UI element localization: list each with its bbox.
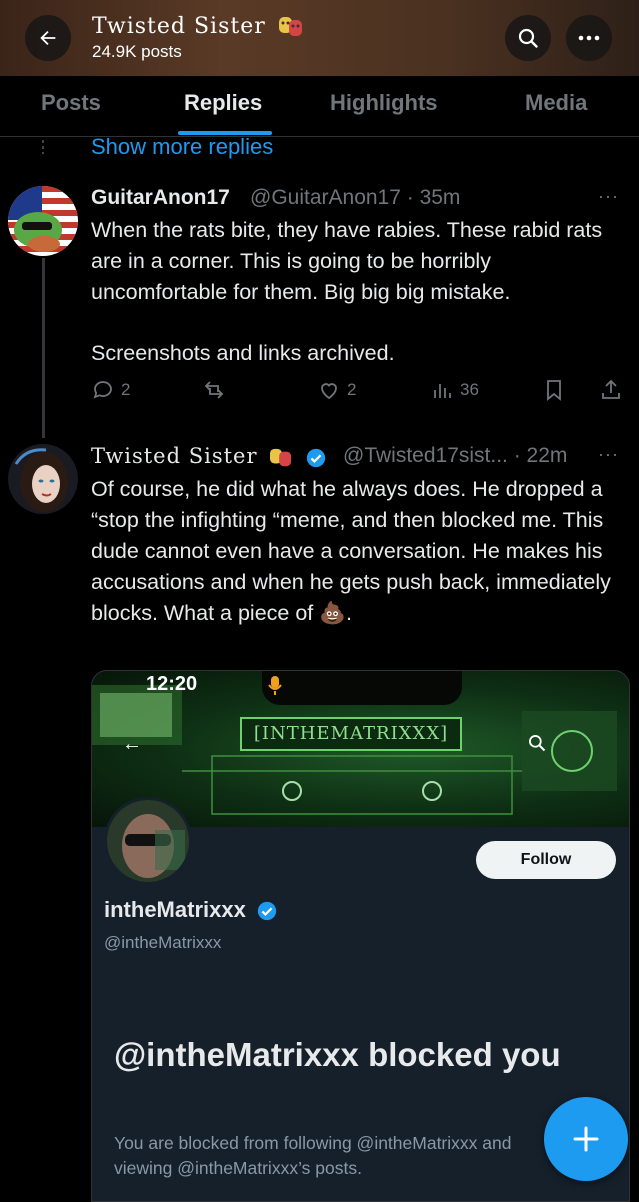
thread-connector-line [42,258,45,438]
verified-icon [306,448,326,467]
tab-replies[interactable]: Replies [184,90,262,116]
search-button[interactable] [505,15,551,61]
blocked-text: You are blocked from following @intheMat… [114,1133,512,1178]
show-more-replies-link[interactable]: Show more replies [91,134,273,160]
avatar-twisted-sister[interactable] [8,444,78,514]
views-icon [434,384,451,398]
reply-icon [93,381,112,399]
post-more-icon-2[interactable]: ··· [598,444,619,465]
tab-highlights[interactable]: Highlights [330,90,438,116]
like-button[interactable]: 2 [317,378,356,402]
post-handle-time-2: @Twisted17sist... · 22m [343,444,568,467]
post-text-3: Of course, he did what he always does. H… [91,477,611,625]
reply-button[interactable]: 2 [91,378,130,402]
share-icon [602,379,620,399]
back-button[interactable] [25,15,71,61]
share-button[interactable] [599,378,623,402]
status-bar-time: 12:20 [146,673,198,695]
blocked-title: @intheMatrixxx blocked you [114,1036,561,1073]
header-title: Twisted Sister [92,14,304,39]
embed-search-icon [529,735,546,752]
post-more-icon[interactable]: ··· [598,186,619,207]
profile-handle: @intheMatrixxx [104,933,222,952]
profile-tabs: Posts Replies Highlights Media [0,76,639,137]
post-author-name-2[interactable]: Twisted Sister [91,444,327,469]
reply-count: 2 [121,380,131,399]
avatar-guitaranon[interactable] [8,186,78,256]
banner-sign: [INTHEMATRIXXX] [240,717,462,751]
more-icon [578,35,600,41]
post-handle-time: @GuitarAnon17 · 35m [250,186,461,209]
profile-avatar [104,797,192,885]
tab-media[interactable]: Media [525,90,587,116]
verified-icon-embed [257,902,277,921]
like-icon [321,383,337,400]
tab-posts[interactable]: Posts [41,90,101,116]
microphone-icon [268,676,282,695]
profile-name: intheMatrixxx [104,897,278,923]
embed-back-icon: ← [122,733,142,755]
more-button[interactable] [566,15,612,61]
search-icon [518,28,538,48]
theater-masks-icon [278,17,302,36]
compose-button[interactable] [544,1097,628,1181]
post-count: 24.9K posts [92,42,182,61]
back-arrow-icon [40,30,56,46]
plus-icon [573,1126,599,1152]
views-button[interactable]: 36 [430,378,479,402]
follow-button: Follow [476,841,616,879]
theater-masks-icon-2 [270,448,292,466]
dynamic-island [262,671,462,705]
bookmark-icon [547,380,561,401]
profile-header: Twisted Sister 24.9K posts [0,0,639,76]
like-count: 2 [347,380,357,399]
post-author-name[interactable]: GuitarAnon17 [91,186,230,210]
post-actions: 2 2 36 [91,378,631,408]
repost-button[interactable] [201,378,227,402]
post-text: When the rats bite, they have rabies. Th… [91,218,603,304]
repost-icon [204,381,224,399]
author-name-text: Twisted Sister [91,444,258,468]
post-text-2: Screenshots and links archived. [91,341,395,365]
views-count: 36 [460,380,479,399]
bookmark-button[interactable] [543,378,565,402]
thread-connector [42,140,44,154]
header-title-text: Twisted Sister [92,14,266,39]
profile-name-text: intheMatrixxx [104,897,246,922]
